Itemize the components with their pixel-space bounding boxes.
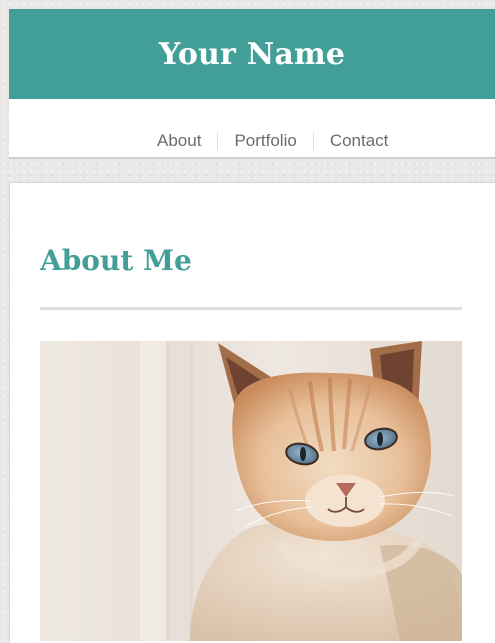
nav-link-about[interactable]: About: [141, 131, 217, 151]
title-divider: [40, 307, 462, 310]
section-title: About Me: [40, 244, 192, 277]
nav-link-contact[interactable]: Contact: [314, 131, 405, 151]
content-card: About Me: [9, 182, 495, 643]
nav-list: About Portfolio Contact: [141, 131, 404, 151]
nav-link-portfolio[interactable]: Portfolio: [218, 131, 312, 151]
cat-photo: [40, 341, 462, 641]
main-nav: About Portfolio Contact: [9, 99, 495, 159]
site-title: Your Name: [158, 36, 346, 72]
site-header: Your Name: [9, 9, 495, 99]
